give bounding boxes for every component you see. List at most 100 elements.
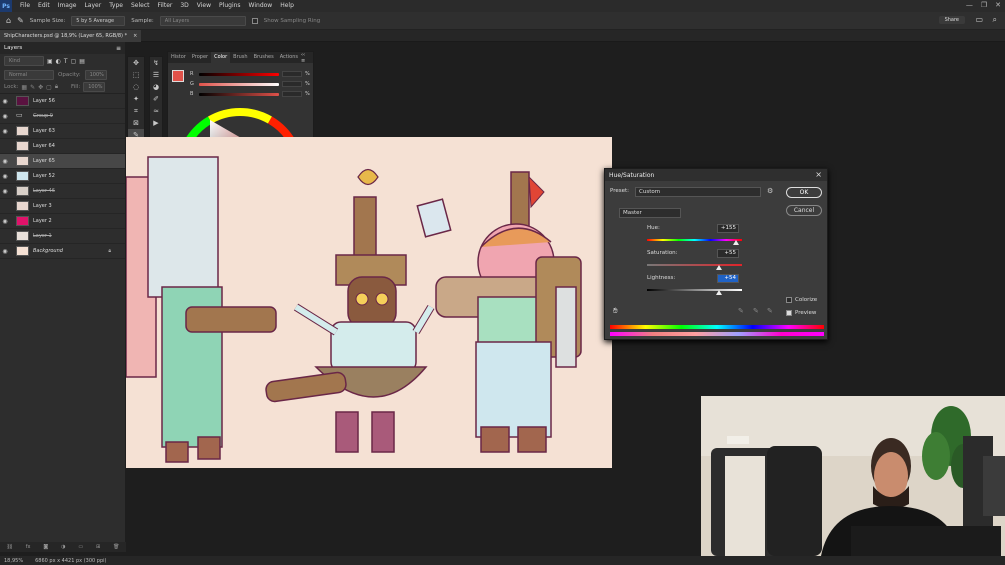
g-slider[interactable]: [199, 82, 279, 86]
home-icon[interactable]: ⌂: [6, 16, 11, 25]
menu-filter[interactable]: Filter: [154, 0, 177, 12]
saturation-value-field[interactable]: +55: [717, 249, 739, 258]
eyedropper-add-icon[interactable]: ✎: [753, 307, 759, 315]
b-value[interactable]: [282, 91, 302, 97]
quick-select-tool-icon[interactable]: ✦: [128, 93, 144, 105]
tab-actions[interactable]: Actions: [277, 52, 301, 63]
menu-window[interactable]: Window: [245, 0, 277, 12]
eye-icon[interactable]: ◉: [0, 128, 10, 135]
panel-collapse-icon[interactable]: ‹‹ ≡: [301, 52, 313, 64]
lock-artboard-icon[interactable]: ▢: [46, 84, 52, 91]
layer-row[interactable]: ◉ Layer 46: [0, 184, 125, 199]
sample-select[interactable]: All Layers: [159, 15, 246, 26]
document-tab[interactable]: ShipCharacters.psd @ 18,9% (Layer 65, RG…: [0, 30, 142, 42]
ok-button[interactable]: OK: [786, 187, 822, 198]
dialog-titlebar[interactable]: Hue/Saturation ×: [605, 169, 827, 181]
menu-type[interactable]: Type: [105, 0, 127, 12]
menu-view[interactable]: View: [193, 0, 215, 12]
maximize-icon[interactable]: ❐: [981, 1, 987, 9]
preset-select[interactable]: Custom: [635, 187, 761, 197]
layer-filter-select[interactable]: Kind: [4, 56, 44, 66]
adjustment-layer-icon[interactable]: ◑: [61, 544, 65, 550]
eyedropper-sample-icon[interactable]: ✎: [738, 307, 744, 315]
close-window-icon[interactable]: ✕: [995, 1, 1001, 9]
marquee-tool-icon[interactable]: ⬚: [128, 69, 144, 81]
lightness-slider-knob[interactable]: [716, 290, 722, 295]
link-layers-icon[interactable]: ⛓: [6, 544, 12, 550]
menu-select[interactable]: Select: [127, 0, 154, 12]
r-slider[interactable]: [199, 72, 279, 76]
blend-mode-select[interactable]: Normal: [4, 69, 54, 80]
g-value[interactable]: [282, 81, 302, 87]
layer-row[interactable]: ◉ Layer 63: [0, 124, 125, 139]
tab-brush[interactable]: Brush: [230, 52, 250, 63]
eye-icon[interactable]: ◉: [0, 158, 10, 165]
menu-file[interactable]: File: [16, 0, 34, 12]
b-slider[interactable]: [199, 92, 279, 96]
filter-smart-icon[interactable]: ▤: [79, 58, 85, 65]
workspace-icon[interactable]: ▭: [975, 15, 983, 24]
eyedropper-subtract-icon[interactable]: ✎: [767, 307, 773, 315]
layer-row[interactable]: ◉ Background 🔒︎: [0, 244, 125, 259]
menu-layer[interactable]: Layer: [80, 0, 105, 12]
hue-value-field[interactable]: +155: [717, 224, 739, 233]
channel-select[interactable]: Master: [619, 208, 681, 218]
fill-field[interactable]: 100%: [83, 82, 106, 92]
filter-pixel-icon[interactable]: ▣: [47, 58, 53, 65]
color-panel-icon[interactable]: ◕: [150, 81, 162, 93]
menu-edit[interactable]: Edit: [34, 0, 54, 12]
minimize-icon[interactable]: —: [966, 1, 973, 9]
eye-icon[interactable]: ◉: [0, 248, 10, 255]
actions-panel-icon[interactable]: ▶: [150, 117, 162, 129]
layer-row[interactable]: ◉ Layer 52: [0, 169, 125, 184]
crop-tool-icon[interactable]: ⌗: [128, 105, 144, 117]
filter-type-icon[interactable]: T: [64, 58, 68, 65]
tab-history[interactable]: Histor: [168, 52, 189, 63]
lock-all-icon[interactable]: 🔒︎: [55, 83, 58, 91]
r-value[interactable]: [282, 71, 302, 77]
preset-gear-icon[interactable]: ⚙: [767, 187, 773, 195]
menu-plugins[interactable]: Plugins: [215, 0, 245, 12]
new-group-icon[interactable]: ▭: [78, 544, 83, 550]
fx-icon[interactable]: fx: [26, 544, 31, 550]
targeted-adjust-hand-icon[interactable]: ✋︎: [613, 306, 618, 316]
saturation-slider-track[interactable]: [647, 264, 742, 266]
frame-tool-icon[interactable]: ⊠: [128, 117, 144, 129]
history-panel-icon[interactable]: ↯: [150, 57, 162, 69]
zoom-level[interactable]: 18,95%: [4, 558, 23, 564]
document-canvas[interactable]: [125, 137, 612, 468]
tab-close-icon[interactable]: ×: [133, 33, 137, 39]
layer-row[interactable]: Layer 64: [0, 139, 125, 154]
properties-panel-icon[interactable]: ☰: [150, 69, 162, 81]
layer-row[interactable]: ◉ Layer 65: [0, 154, 125, 169]
opacity-field[interactable]: 100%: [84, 69, 107, 80]
layers-panel-title[interactable]: Layers: [4, 45, 22, 51]
lock-paint-icon[interactable]: ✎: [30, 84, 35, 91]
lightness-value-field[interactable]: +54: [717, 274, 739, 283]
eyedropper-tool-icon[interactable]: ✎: [17, 16, 24, 25]
layer-row[interactable]: Layer 3: [0, 199, 125, 214]
share-button[interactable]: Share: [938, 16, 965, 24]
hue-slider-knob[interactable]: [733, 240, 739, 245]
eye-icon[interactable]: ◉: [0, 173, 10, 180]
brushes-panel-icon[interactable]: ≈: [150, 105, 162, 117]
tab-properties[interactable]: Proper: [189, 52, 211, 63]
saturation-slider-knob[interactable]: [716, 265, 722, 270]
tab-brushes[interactable]: Brushes: [251, 52, 277, 63]
layer-row[interactable]: ◉ ▭ Group 9: [0, 109, 125, 124]
photoshop-logo[interactable]: Ps: [0, 0, 12, 12]
menu-help[interactable]: Help: [276, 0, 298, 12]
move-tool-icon[interactable]: ✥: [128, 57, 144, 69]
lock-pixels-icon[interactable]: ▦: [21, 84, 27, 91]
layer-row[interactable]: ◉ Layer 2: [0, 214, 125, 229]
eye-icon[interactable]: ◉: [0, 218, 10, 225]
lasso-tool-icon[interactable]: ◌: [128, 81, 144, 93]
cancel-button[interactable]: Cancel: [786, 205, 822, 216]
filter-shape-icon[interactable]: ▢: [71, 58, 77, 65]
hue-slider-track[interactable]: [647, 239, 742, 241]
show-ring-checkbox[interactable]: [251, 17, 258, 24]
filter-adjust-icon[interactable]: ◐: [56, 58, 61, 65]
tab-color[interactable]: Color: [211, 52, 231, 63]
panel-menu-icon[interactable]: ≡: [116, 45, 121, 52]
delete-layer-icon[interactable]: 🗑︎: [113, 544, 119, 550]
